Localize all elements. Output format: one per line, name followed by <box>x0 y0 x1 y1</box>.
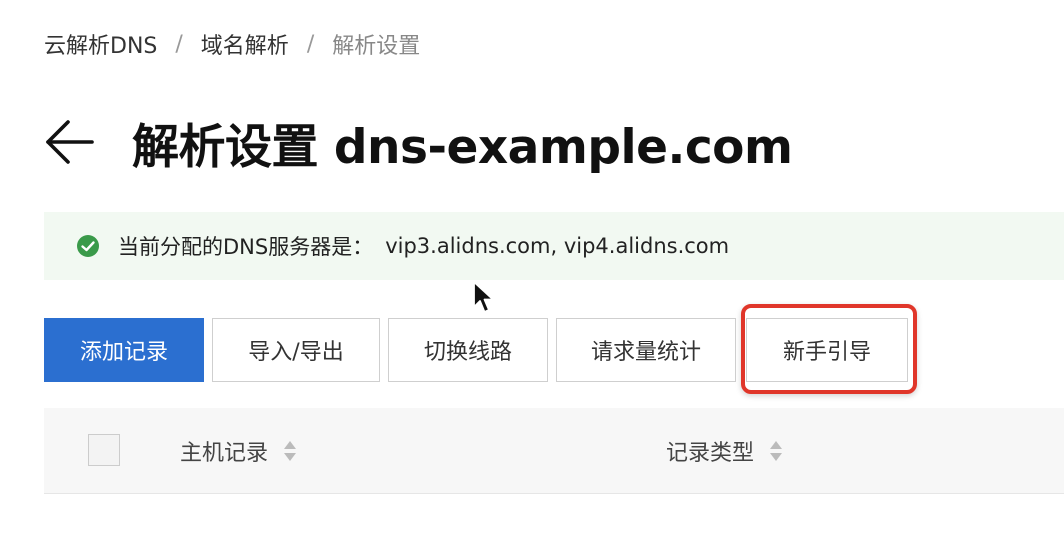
title-row: 解析设置 dns-example.com <box>44 108 793 176</box>
breadcrumb-item-cloud-dns[interactable]: 云解析DNS <box>44 28 157 60</box>
breadcrumb-item-domain-resolution[interactable]: 域名解析 <box>201 28 289 60</box>
beginner-guide-button[interactable]: 新手引导 <box>746 318 908 382</box>
notice-servers: vip3.alidns.com, vip4.alidns.com <box>385 234 730 258</box>
breadcrumb-separator: / <box>175 31 183 57</box>
table-header: 主机记录 记录类型 <box>44 408 1064 494</box>
breadcrumb-item-resolution-settings: 解析设置 <box>332 34 421 59</box>
column-header-record-type[interactable]: 记录类型 <box>666 408 784 494</box>
request-stats-button[interactable]: 请求量统计 <box>556 318 736 382</box>
check-circle-icon <box>77 235 99 257</box>
sort-icon[interactable] <box>768 438 784 464</box>
dns-server-notice: 当前分配的DNS服务器是： vip3.alidns.com, vip4.alid… <box>44 212 1064 280</box>
page: 云解析DNS / 域名解析 / 解析设置 解析设置 dns-example.co… <box>0 0 1064 556</box>
switch-line-button[interactable]: 切换线路 <box>388 318 548 382</box>
mouse-cursor-icon <box>473 281 494 313</box>
select-all-checkbox[interactable] <box>88 434 120 466</box>
arrow-left-icon[interactable] <box>44 116 96 168</box>
column-header-label: 主机记录 <box>180 441 269 466</box>
notice-label: 当前分配的DNS服务器是： <box>118 235 374 259</box>
sort-icon[interactable] <box>282 438 298 464</box>
toolbar: 添加记录 导入/导出 切换线路 请求量统计 新手引导 <box>44 318 908 382</box>
page-title: 解析设置 dns-example.com <box>132 119 793 175</box>
add-record-button[interactable]: 添加记录 <box>44 318 204 382</box>
column-header-label: 记录类型 <box>666 441 755 466</box>
breadcrumb: 云解析DNS / 域名解析 / 解析设置 <box>44 28 420 60</box>
breadcrumb-separator: / <box>306 31 315 57</box>
column-header-host-record[interactable]: 主机记录 <box>180 408 298 494</box>
import-export-button[interactable]: 导入/导出 <box>212 318 380 382</box>
